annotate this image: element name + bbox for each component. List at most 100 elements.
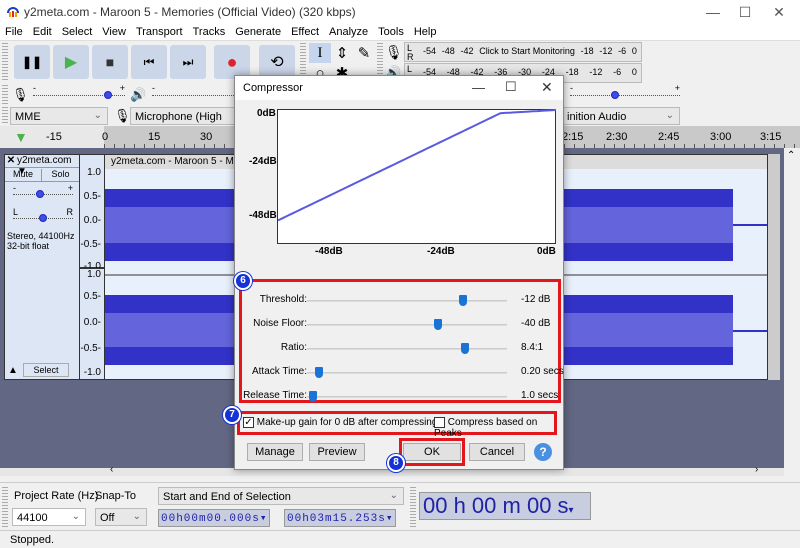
param-value: -12 dB xyxy=(521,294,551,305)
selection-tool[interactable]: I xyxy=(309,43,331,63)
preview-button[interactable]: Preview xyxy=(309,443,365,461)
meter-right-label: R xyxy=(407,52,414,62)
maximize-button[interactable]: ☐ xyxy=(730,2,760,22)
stop-button[interactable]: ■ xyxy=(92,45,128,79)
scroll-right-icon[interactable]: › xyxy=(755,464,758,475)
play-head-icon[interactable]: ▼ xyxy=(14,129,28,145)
menu-file[interactable]: File xyxy=(0,24,28,40)
playback-device-select[interactable]: inition Audio ⌄ xyxy=(562,107,680,125)
collapse-track-icon[interactable]: ▲ xyxy=(8,365,18,376)
device-grip[interactable] xyxy=(2,107,8,125)
param-value: 8.4:1 xyxy=(521,342,544,353)
makeup-gain-checkbox[interactable]: ✓ Make-up gain for 0 dB after compressin… xyxy=(243,417,437,428)
menu-tracks[interactable]: Tracks xyxy=(188,24,231,40)
pause-button[interactable]: ❚❚ xyxy=(14,45,50,79)
checkbox-unchecked-icon[interactable] xyxy=(434,417,445,428)
checkbox-checked-icon[interactable]: ✓ xyxy=(243,417,254,428)
vertical-scrollbar[interactable]: ⌃ xyxy=(784,148,800,476)
slider-thumb[interactable] xyxy=(460,343,469,354)
selection-start-time[interactable]: 00h00m00.000s▾ xyxy=(158,509,271,527)
menu-edit[interactable]: Edit xyxy=(28,24,57,40)
record-button[interactable]: ● xyxy=(214,45,250,79)
record-meter[interactable]: L R -54 -48 -42 Click to Start Monitorin… xyxy=(404,42,642,62)
playback-volume-slider[interactable]: - xyxy=(152,83,236,101)
menu-view[interactable]: View xyxy=(97,24,131,40)
snap-to-select[interactable]: Off ⌄ xyxy=(95,508,147,526)
selection-toolbar: Project Rate (Hz) 44100 ⌄ Snap-To Off ⌄ St… xyxy=(0,482,800,530)
audio-position-display[interactable]: 00 h 00 m 00 s▾ xyxy=(419,492,591,520)
param-slider[interactable] xyxy=(307,367,507,378)
skip-to-end-button[interactable]: ⏭ xyxy=(170,45,206,79)
mute-button[interactable]: Mute xyxy=(5,169,42,182)
playback-volume-slider-right[interactable]: - + xyxy=(570,83,680,101)
ruler-tick: 0 xyxy=(102,131,109,143)
snap-to-value: Off xyxy=(100,512,115,524)
skip-to-start-button[interactable]: ⏮ xyxy=(131,45,167,79)
close-track-icon[interactable]: ✕ xyxy=(5,155,17,167)
gain-slider[interactable]: - + xyxy=(13,183,73,201)
audio-host-select[interactable]: MME ⌄ xyxy=(10,107,108,125)
slider-thumb[interactable] xyxy=(458,295,467,306)
snap-to-label: Snap-To xyxy=(95,490,136,502)
param-slider[interactable] xyxy=(307,295,507,306)
loop-button[interactable]: ⟲ xyxy=(259,45,295,79)
minimize-button[interactable]: — xyxy=(698,2,728,22)
ruler-tick: 3:15 xyxy=(760,131,782,143)
slider-thumb[interactable] xyxy=(433,319,442,330)
scale-label: 0.0- xyxy=(83,317,101,328)
selection-grip[interactable] xyxy=(2,487,8,527)
scale-label: 0.0- xyxy=(83,215,101,226)
chevron-down-icon: ⌄ xyxy=(389,490,398,501)
slider-thumb[interactable] xyxy=(610,91,619,99)
solo-button[interactable]: Solo xyxy=(42,169,79,182)
compress-peaks-checkbox[interactable]: Compress based on Peaks xyxy=(434,417,563,439)
project-rate-select[interactable]: 44100 ⌄ xyxy=(12,508,86,526)
dialog-minimize-button[interactable]: — xyxy=(472,80,485,95)
param-slider[interactable] xyxy=(307,343,507,354)
scroll-left-icon[interactable]: ‹ xyxy=(110,464,113,475)
time-grip[interactable] xyxy=(410,487,416,527)
menu-effect[interactable]: Effect xyxy=(286,24,324,40)
slider-thumb[interactable] xyxy=(308,391,317,402)
menu-tools[interactable]: Tools xyxy=(373,24,409,40)
track-bit-depth: 32-bit float xyxy=(7,241,50,251)
recording-device-select[interactable]: Microphone (High Defini xyxy=(130,107,240,137)
scroll-up-icon[interactable]: ⌃ xyxy=(787,150,795,161)
menu-generate[interactable]: Generate xyxy=(230,24,286,40)
param-slider[interactable] xyxy=(307,319,507,330)
record-icon: ● xyxy=(226,51,238,72)
menu-select[interactable]: Select xyxy=(57,24,98,40)
slider-min-label: - xyxy=(152,83,155,93)
close-button[interactable]: ✕ xyxy=(764,2,794,22)
slider-thumb[interactable] xyxy=(39,214,47,222)
mixer-grip[interactable] xyxy=(2,85,8,105)
selection-mode-select[interactable]: Start and End of Selection ⌄ xyxy=(158,487,404,505)
title-bar: y2meta.com - Maroon 5 - Memories (Offici… xyxy=(0,0,800,24)
param-slider[interactable] xyxy=(307,391,507,402)
menu-analyze[interactable]: Analyze xyxy=(324,24,373,40)
slider-thumb[interactable] xyxy=(314,367,323,378)
help-icon[interactable]: ? xyxy=(534,443,552,461)
param-row-threshold: Threshold: -12 dB xyxy=(235,290,565,312)
ok-button[interactable]: OK xyxy=(403,443,461,461)
selection-end-time[interactable]: 00h03m15.253s▾ xyxy=(284,509,397,527)
slider-thumb[interactable] xyxy=(36,190,45,198)
manage-button[interactable]: Manage xyxy=(247,443,303,461)
track-name-menu[interactable]: y2meta.com ▼ xyxy=(17,155,79,177)
dialog-close-button[interactable]: ✕ xyxy=(541,79,553,96)
cancel-button[interactable]: Cancel xyxy=(469,443,525,461)
scale-label: 0.5- xyxy=(83,291,101,302)
pan-slider[interactable]: L R xyxy=(13,207,73,225)
play-button[interactable]: ▶ xyxy=(53,45,89,79)
envelope-tool[interactable]: ⇕ xyxy=(331,43,353,63)
skip-end-icon: ⏭ xyxy=(182,54,194,69)
menu-transport[interactable]: Transport xyxy=(131,24,188,40)
select-track-button[interactable]: Select xyxy=(23,363,69,377)
recording-volume-slider[interactable]: - + xyxy=(33,83,125,101)
draw-tool[interactable]: ✎ xyxy=(353,43,375,63)
dialog-maximize-button[interactable]: ☐ xyxy=(505,79,517,95)
slider-thumb[interactable] xyxy=(104,91,113,99)
start-monitoring-link[interactable]: Click to Start Monitoring xyxy=(479,46,575,56)
menu-help[interactable]: Help xyxy=(409,24,442,40)
toolbar-grip[interactable] xyxy=(2,43,8,81)
